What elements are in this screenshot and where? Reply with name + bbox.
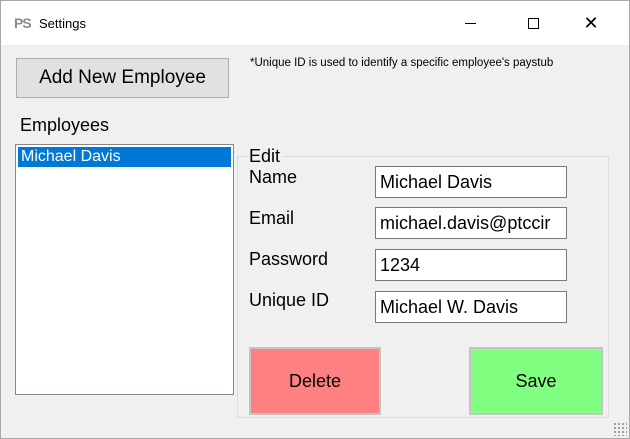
password-label: Password bbox=[249, 249, 329, 269]
maximize-icon bbox=[527, 17, 539, 29]
unique-id-field[interactable]: Michael W. Davis bbox=[375, 291, 567, 323]
password-field[interactable]: 1234 bbox=[375, 249, 567, 281]
add-new-employee-button[interactable]: Add New Employee bbox=[16, 58, 229, 98]
close-button[interactable]: ✕ bbox=[568, 1, 614, 45]
email-label: Email bbox=[249, 208, 295, 228]
minimize-button[interactable] bbox=[447, 1, 493, 45]
email-field[interactable]: michael.davis@ptccir bbox=[375, 207, 567, 239]
list-item[interactable]: Michael Davis bbox=[18, 147, 231, 167]
resize-grip-icon[interactable] bbox=[613, 422, 627, 436]
maximize-button[interactable] bbox=[510, 1, 556, 45]
settings-window: PS Settings ✕ Add New Employee *Unique I… bbox=[0, 0, 630, 439]
app-logo-icon: PS bbox=[14, 15, 32, 31]
window-title: Settings bbox=[39, 16, 86, 31]
save-button[interactable]: Save bbox=[469, 347, 603, 415]
employees-listbox[interactable]: Michael Davis bbox=[15, 144, 234, 395]
employees-label: Employees bbox=[20, 115, 110, 135]
close-icon: ✕ bbox=[583, 13, 599, 33]
delete-button[interactable]: Delete bbox=[249, 347, 381, 415]
name-label: Name bbox=[249, 167, 298, 187]
edit-group-label: Edit bbox=[249, 146, 283, 167]
unique-id-label: Unique ID bbox=[249, 290, 330, 310]
minimize-icon bbox=[464, 22, 476, 24]
title-bar[interactable]: PS Settings ✕ bbox=[1, 1, 629, 45]
name-field[interactable]: Michael Davis bbox=[375, 166, 567, 198]
unique-id-note: *Unique ID is used to identify a specifi… bbox=[250, 57, 554, 69]
